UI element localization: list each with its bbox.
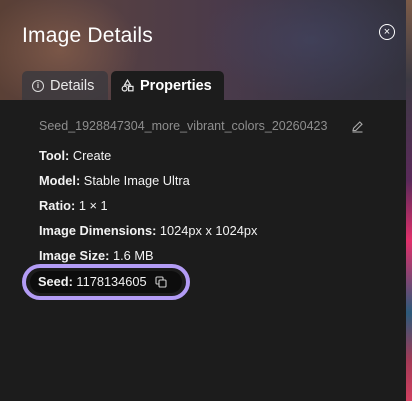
tab-details[interactable]: i Details [22, 71, 108, 100]
property-label: Image Dimensions: [39, 223, 157, 238]
property-size: Image Size: 1.6 MB [39, 248, 154, 263]
property-label: Seed: [38, 274, 73, 289]
tab-properties[interactable]: Properties [111, 71, 224, 100]
tab-label: Details [50, 77, 95, 94]
property-label: Model: [39, 173, 81, 188]
property-label: Ratio: [39, 198, 76, 213]
property-tool: Tool: Create [39, 148, 111, 163]
header-glow [200, 0, 406, 100]
panel-header: Image Details × i Details Properties [0, 0, 406, 100]
close-icon: × [383, 25, 391, 38]
filename-row: Seed_1928847304_more_vibrant_colors_2026… [39, 119, 369, 133]
property-label: Image Size: [39, 248, 110, 263]
shapes-icon [121, 79, 134, 92]
property-seed: Seed: 1178134605 [38, 274, 147, 289]
filename-text: Seed_1928847304_more_vibrant_colors_2026… [39, 119, 328, 133]
property-label: Tool: [39, 148, 70, 163]
property-value: 1 × 1 [78, 198, 108, 213]
edit-pencil-icon[interactable] [351, 120, 364, 133]
property-value: 1024px x 1024px [159, 223, 258, 238]
info-icon: i [32, 79, 44, 92]
property-model: Model: Stable Image Ultra [39, 173, 190, 188]
close-button[interactable]: × [379, 24, 395, 40]
property-value: Stable Image Ultra [83, 173, 190, 188]
copy-icon[interactable] [155, 276, 167, 288]
panel-title: Image Details [22, 24, 153, 47]
property-value: 1.6 MB [112, 248, 154, 263]
image-details-panel: Image Details × i Details Properties See… [0, 0, 406, 401]
property-value: Create [72, 148, 112, 163]
property-ratio: Ratio: 1 × 1 [39, 198, 108, 213]
tab-label: Properties [140, 77, 212, 94]
seed-value: 1178134605 [76, 274, 147, 289]
property-dimensions: Image Dimensions: 1024px x 1024px [39, 223, 257, 238]
background-image-edge [406, 0, 412, 401]
